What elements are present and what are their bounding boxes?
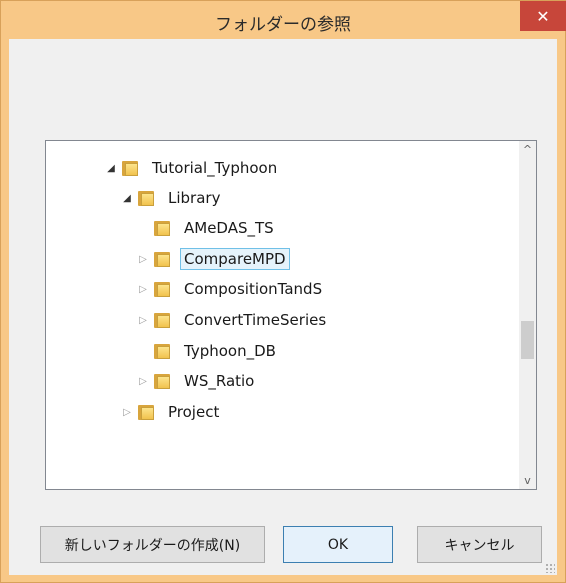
tree-item-converttimeseries[interactable]: ▷ ConvertTimeSeries [136,306,330,334]
folder-icon [154,220,172,236]
chevron-down-icon: v [524,474,531,487]
tree-item-comparempd[interactable]: ▷ CompareMPD [136,245,290,273]
tree-item-project[interactable]: ▷ Project [120,398,223,426]
tree-item-tutorial-typhoon[interactable]: ◢ Tutorial_Typhoon [104,154,281,182]
browse-folder-dialog: フォルダーの参照 ✕ ◢ Tutorial_Typhoon ◢ Library … [0,0,566,583]
collapsed-arrow-icon[interactable]: ▷ [136,252,150,266]
scroll-down-button[interactable]: v [519,472,536,489]
cancel-button[interactable]: キャンセル [417,526,542,563]
tree-item-label: Tutorial_Typhoon [152,159,278,177]
tree-item-label: CompositionTandS [184,280,323,298]
collapsed-arrow-icon[interactable]: ▷ [120,405,134,419]
chevron-up-icon: ^ [522,143,533,156]
tree-item-amedas-ts[interactable]: AMeDAS_TS [136,214,278,242]
collapsed-arrow-icon[interactable]: ▷ [136,282,150,296]
tree-item-label: Library [168,189,221,207]
expanded-arrow-icon[interactable]: ◢ [104,161,118,175]
vertical-scrollbar[interactable]: ^ v [519,141,536,489]
tree-item-library[interactable]: ◢ Library [120,184,224,212]
close-icon: ✕ [536,6,550,26]
folder-icon [154,281,172,297]
tree-item-label: WS_Ratio [184,372,255,390]
collapsed-arrow-icon[interactable]: ▷ [136,313,150,327]
folder-icon [154,251,172,267]
tree-item-typhoon-db[interactable]: Typhoon_DB [136,337,280,365]
tree-item-ws-ratio[interactable]: ▷ WS_Ratio [136,367,258,395]
folder-icon [154,343,172,359]
new-folder-button[interactable]: 新しいフォルダーの作成(N) [40,526,265,563]
ok-button[interactable]: OK [283,526,393,563]
tree-item-label: Typhoon_DB [184,342,276,360]
dialog-title: フォルダーの参照 [215,15,351,35]
tree-item-label: CompareMPD [180,248,290,270]
dialog-body: ◢ Tutorial_Typhoon ◢ Library AMeDAS_TS ▷… [9,39,557,575]
close-button[interactable]: ✕ [520,1,566,31]
folder-icon [138,190,156,206]
expanded-arrow-icon[interactable]: ◢ [120,191,134,205]
folder-icon [138,404,156,420]
tree-item-compositiontands[interactable]: ▷ CompositionTandS [136,275,326,303]
scroll-up-button[interactable]: ^ [519,141,536,158]
folder-icon [122,160,140,176]
tree-item-label: ConvertTimeSeries [184,311,327,329]
resize-grip-icon[interactable] [545,563,555,573]
folder-tree[interactable]: ◢ Tutorial_Typhoon ◢ Library AMeDAS_TS ▷… [45,140,537,490]
folder-icon [154,312,172,328]
title-bar[interactable]: フォルダーの参照 ✕ [1,1,566,39]
tree-item-label: Project [168,403,220,421]
scrollbar-thumb[interactable] [521,321,534,359]
tree-item-label: AMeDAS_TS [184,219,274,237]
collapsed-arrow-icon[interactable]: ▷ [136,374,150,388]
folder-icon [154,373,172,389]
